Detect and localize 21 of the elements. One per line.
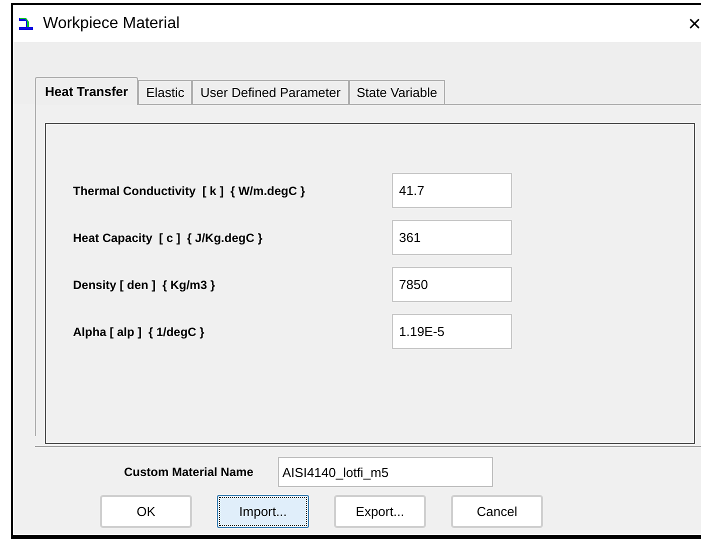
dialog-button[interactable]: Export... [334,495,426,528]
field-label: Density [ den ] { Kg/m3 } [73,276,216,294]
field-label: Alpha [ alp ] { 1/degC } [73,324,206,340]
app-logo-icon [17,16,35,32]
field-label: Thermal Conductivity [ k ] { W/m.degC } [73,182,306,200]
input-field[interactable]: 41.7 [392,173,512,208]
input-field[interactable]: AISI4140_lotfi_m5 [278,457,494,487]
input-field[interactable]: 1.19E-5 [392,314,512,349]
dialog-button[interactable]: Cancel [451,495,543,528]
tab[interactable]: User Defined Parameter [192,80,349,104]
field-label: Custom Material Name [124,464,254,481]
field-label: Heat Capacity [ c ] { J/Kg.degC } [73,230,264,246]
input-field[interactable]: 7850 [392,267,512,302]
input-field[interactable]: 361 [392,220,512,255]
tab[interactable]: State Variable [348,80,446,104]
window-title: Workpiece Material [43,14,180,34]
tab[interactable]: Heat Transfer [35,77,138,105]
tab[interactable]: Elastic [138,80,192,104]
dialog-button[interactable]: Import... [217,495,309,528]
close-button[interactable]: × [688,12,701,34]
dialog-button[interactable]: OK [100,495,192,528]
